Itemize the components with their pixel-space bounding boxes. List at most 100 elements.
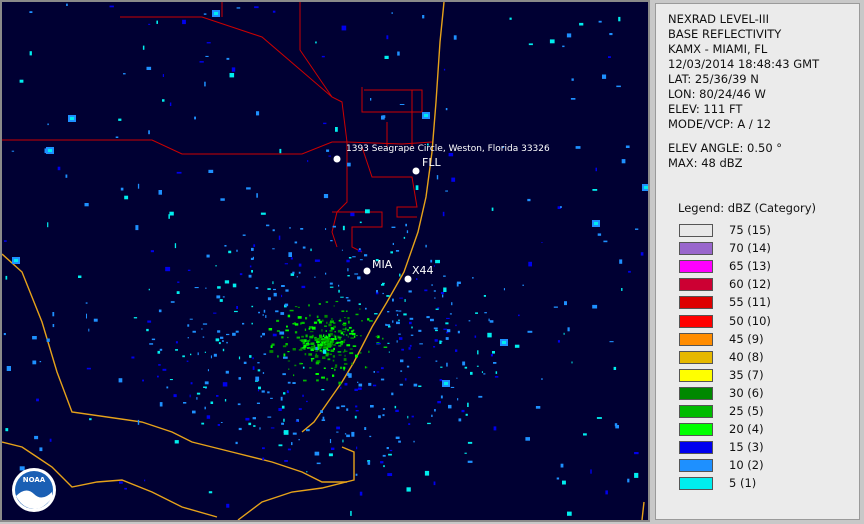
- radar-return: [224, 280, 230, 284]
- radar-return: [354, 415, 357, 419]
- radar-return: [307, 340, 309, 343]
- radar-return: [300, 228, 304, 230]
- radar-return: [332, 225, 336, 228]
- radar-return: [382, 408, 385, 410]
- legend-swatch: [679, 405, 713, 418]
- radar-return: [434, 297, 436, 299]
- radar-return: [187, 337, 189, 339]
- radar-return: [346, 259, 350, 263]
- radar-return: [267, 391, 270, 394]
- radar-return: [298, 271, 301, 274]
- radar-return: [408, 290, 412, 293]
- radar-return: [406, 230, 409, 234]
- radar-return: [133, 317, 138, 319]
- radar-return: [255, 376, 260, 381]
- radar-return: [5, 428, 9, 432]
- radar-return: [399, 104, 405, 105]
- radar-return: [305, 334, 308, 338]
- radar-return: [256, 111, 260, 116]
- legend-label: 45 (9): [729, 331, 764, 346]
- radar-return: [309, 343, 311, 345]
- radar-return: [434, 409, 436, 412]
- radar-return: [159, 348, 163, 351]
- radar-return: [325, 301, 329, 303]
- radar-return: [387, 311, 390, 313]
- radar-return: [190, 382, 193, 385]
- radar-return: [446, 331, 449, 334]
- radar-return: [365, 209, 370, 214]
- radar-return: [283, 392, 286, 395]
- max-reflectivity: MAX: 48 dBZ: [668, 156, 743, 170]
- radar-return: [470, 371, 473, 375]
- radar-return: [358, 248, 361, 250]
- legend-label: 60 (12): [729, 277, 771, 292]
- radar-return: [281, 285, 285, 287]
- radar-return: [419, 343, 423, 345]
- radar-return: [302, 366, 305, 369]
- radar-return: [457, 330, 460, 334]
- airport-x44-dot: [404, 275, 412, 283]
- radar-return: [386, 295, 390, 297]
- radar-return: [394, 405, 397, 409]
- radar-return: [319, 334, 322, 337]
- radar-return: [220, 422, 223, 423]
- radar-return: [406, 487, 411, 492]
- radar-return: [570, 98, 576, 100]
- map-background: [2, 2, 648, 520]
- radar-return: [78, 275, 82, 278]
- radar-return: [403, 313, 407, 316]
- radar-return: [403, 236, 406, 239]
- radar-return: [263, 309, 266, 313]
- radar-return: [309, 314, 311, 317]
- radar-return: [273, 288, 276, 291]
- airport-x44-label: X44: [412, 264, 434, 277]
- radar-return: [282, 373, 286, 376]
- radar-return: [343, 358, 347, 361]
- radar-return: [395, 250, 400, 252]
- radar-return: [381, 284, 385, 286]
- radar-return: [260, 212, 266, 215]
- radar-return: [350, 212, 355, 217]
- product-name: NEXRAD LEVEL-III: [668, 12, 769, 26]
- radar-return: [359, 352, 362, 354]
- radar-return: [541, 242, 543, 243]
- radar-return: [194, 116, 196, 120]
- radar-return: [262, 332, 265, 336]
- radar-return: [325, 330, 327, 332]
- radar-map-frame: 1393 Seagrape Circle, Weston, Florida 33…: [0, 0, 650, 522]
- radar-return: [378, 415, 381, 419]
- radar-return: [335, 364, 338, 367]
- radar-return: [315, 350, 318, 352]
- radar-return: [202, 336, 205, 338]
- radar-return: [370, 405, 374, 408]
- radar-return: [213, 312, 217, 314]
- radar-return: [386, 35, 389, 40]
- radar-map[interactable]: 1393 Seagrape Circle, Weston, Florida 33…: [2, 2, 648, 520]
- legend-label: 65 (13): [729, 259, 771, 274]
- radar-return: [283, 356, 288, 359]
- radar-return: [346, 344, 351, 347]
- radar-return: [324, 342, 326, 344]
- radar-return: [384, 55, 389, 59]
- radar-return: [338, 320, 342, 322]
- radar-return: [634, 472, 639, 478]
- radar-return: [386, 447, 389, 450]
- radar-return: [355, 354, 358, 358]
- radar-return: [430, 259, 433, 263]
- radar-return: [347, 299, 351, 302]
- radar-return: [462, 361, 466, 366]
- radar-return: [439, 340, 442, 344]
- radar-return: [440, 366, 443, 368]
- radar-return: [307, 347, 309, 349]
- radar-return: [66, 3, 68, 6]
- radar-return: [174, 243, 177, 249]
- radar-return: [269, 350, 274, 353]
- radar-return: [287, 351, 290, 353]
- radar-return: [249, 355, 252, 358]
- radar-return: [464, 452, 467, 454]
- radar-return: [329, 339, 332, 342]
- radar-return: [262, 457, 265, 461]
- radar-return: [196, 397, 198, 400]
- radar-return: [347, 275, 350, 277]
- radar-return: [137, 419, 140, 425]
